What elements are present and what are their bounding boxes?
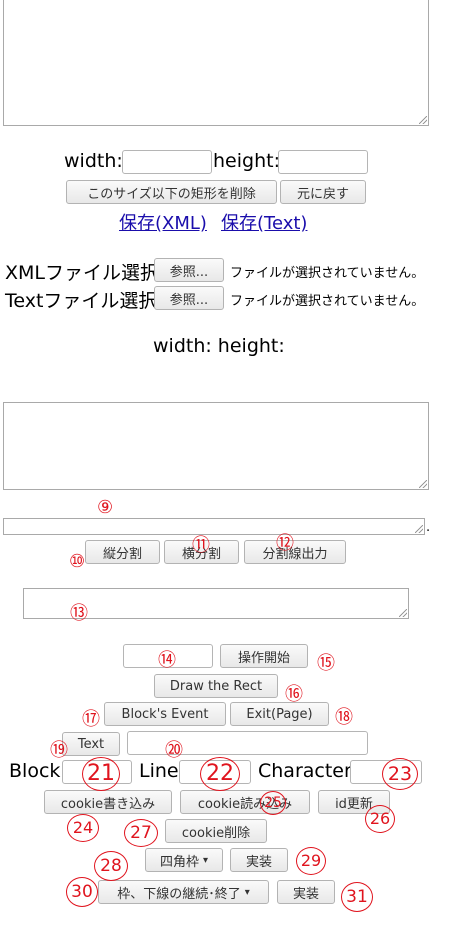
shape-select[interactable]: 四角枠 ▾ <box>145 848 223 872</box>
resize-grip-icon[interactable] <box>415 525 423 533</box>
annotation-14: ⑭ <box>158 650 176 671</box>
annotation-28: 28 <box>94 851 128 881</box>
text-file-label: Textファイル選択 <box>5 290 158 312</box>
block-label: Block <box>9 760 61 782</box>
xml-browse-button[interactable]: 参照... <box>154 258 224 282</box>
chevron-down-icon: ▾ <box>202 854 209 866</box>
cookie-delete-button[interactable]: cookie削除 <box>165 819 267 843</box>
top-textarea[interactable] <box>3 0 429 126</box>
annotation-10: ⑩ <box>69 551 86 572</box>
vertical-split-button[interactable]: 縦分割 <box>85 540 160 564</box>
annotation-30: 30 <box>66 877 98 907</box>
annotation-15: ⑮ <box>317 653 335 674</box>
split-textarea[interactable] <box>3 518 425 535</box>
annotation-25: 25 <box>260 791 286 815</box>
chevron-down-icon: ▾ <box>244 886 250 898</box>
output-lines-button[interactable]: 分割線出力 <box>244 540 346 564</box>
annotation-27: 27 <box>124 819 158 847</box>
text-input[interactable] <box>127 731 368 755</box>
dims-text: width: height: <box>153 335 285 357</box>
annotation-12: ⑫ <box>276 533 294 554</box>
annotation-18: ⑱ <box>335 707 353 728</box>
annotation-11: ⑪ <box>192 535 210 556</box>
resize-grip-icon[interactable] <box>419 116 427 124</box>
cookie-read-button[interactable]: cookie読み込み <box>180 790 310 814</box>
border-select-value: 枠、下線の継続･終了 <box>117 886 241 902</box>
annotation-31: 31 <box>341 882 373 912</box>
annotation-21: 21 <box>82 757 120 791</box>
text-button[interactable]: Text <box>62 732 120 756</box>
border-select[interactable]: 枠、下線の継続･終了 ▾ <box>98 880 269 904</box>
implement-button-1[interactable]: 実装 <box>230 848 288 872</box>
annotation-22: 22 <box>200 757 240 791</box>
resize-grip-icon[interactable] <box>399 609 407 617</box>
annotation-9: ⑨ <box>97 497 114 518</box>
xml-no-file-text: ファイルが選択されていません。 <box>230 266 425 281</box>
text-browse-button[interactable]: 参照... <box>154 286 224 310</box>
trailing-dot: . <box>426 520 431 535</box>
undo-button[interactable]: 元に戻す <box>280 180 366 204</box>
annotation-19: ⑲ <box>50 740 68 761</box>
xml-file-label: XMLファイル選択 <box>5 262 159 284</box>
second-textarea[interactable] <box>3 402 429 490</box>
exit-page-button[interactable]: Exit(Page) <box>230 702 329 726</box>
character-label: Character <box>258 760 352 782</box>
annotation-24: 24 <box>67 814 99 842</box>
save-xml-link[interactable]: 保存(XML) <box>119 209 207 235</box>
annotation-29: 29 <box>296 847 326 875</box>
annotation-26: 26 <box>365 805 395 833</box>
annotation-17: ⑰ <box>82 709 100 730</box>
annotation-20: ⑳ <box>165 740 183 761</box>
height-input[interactable] <box>278 150 368 174</box>
save-text-link[interactable]: 保存(Text) <box>221 209 307 235</box>
delete-small-rects-button[interactable]: このサイズ以下の矩形を削除 <box>66 180 277 204</box>
annotation-16: ⑯ <box>285 684 303 705</box>
block-event-button[interactable]: Block's Event <box>104 702 226 726</box>
draw-rect-button[interactable]: Draw the Rect <box>154 674 278 698</box>
implement-button-2[interactable]: 実装 <box>277 880 335 904</box>
annotation-23: 23 <box>382 758 418 790</box>
width-label: width: <box>64 150 123 172</box>
resize-grip-icon[interactable] <box>419 480 427 488</box>
text-no-file-text: ファイルが選択されていません。 <box>230 294 425 309</box>
height-label: height: <box>213 150 280 172</box>
start-operation-button[interactable]: 操作開始 <box>220 644 308 668</box>
cookie-write-button[interactable]: cookie書き込み <box>44 790 172 814</box>
line-label: Line <box>139 760 179 782</box>
annotation-13: ⑬ <box>70 603 88 624</box>
width-input[interactable] <box>122 150 212 174</box>
shape-select-value: 四角枠 <box>159 854 199 870</box>
